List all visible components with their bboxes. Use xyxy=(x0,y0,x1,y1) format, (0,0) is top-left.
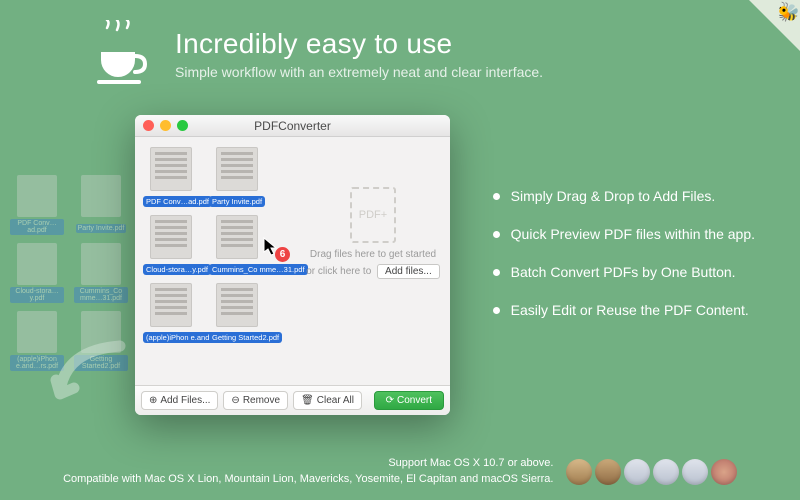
trash-icon: 🗑 xyxy=(301,395,314,406)
titlebar: PDFConverter xyxy=(135,115,450,137)
file-item[interactable]: (apple)iPhon e.and…rs.pdf xyxy=(143,283,199,345)
convert-button[interactable]: ⟳Convert xyxy=(374,391,444,410)
pdf-plus-icon: PDF+ xyxy=(350,187,396,243)
file-item[interactable]: Cloud-stora…y.pdf xyxy=(143,215,199,277)
footer-line-1: Support Mac OS X 10.7 or above. xyxy=(63,456,553,472)
hero-subtitle: Simple workflow with an extremely neat a… xyxy=(175,64,543,80)
feature-item: Easily Edit or Reuse the PDF Content. xyxy=(493,302,755,318)
mavericks-icon xyxy=(624,459,650,485)
app-window: PDFConverter PDF Conv…ad.pdf Party Invit… xyxy=(135,115,450,415)
feature-list: Simply Drag & Drop to Add Files. Quick P… xyxy=(493,188,755,340)
footer-line-2: Compatible with Mac OS X Lion, Mountain … xyxy=(63,472,553,488)
yosemite-icon xyxy=(653,459,679,485)
drag-count-badge: 6 xyxy=(275,247,290,262)
window-title: PDFConverter xyxy=(254,119,331,133)
sierra-icon xyxy=(711,459,737,485)
feature-item: Simply Drag & Drop to Add Files. xyxy=(493,188,755,204)
file-item[interactable]: PDF Conv…ad.pdf xyxy=(143,147,199,209)
file-item[interactable]: Getting Started2.pdf xyxy=(209,283,265,345)
feature-item: Quick Preview PDF files within the app. xyxy=(493,226,755,242)
feature-item: Batch Convert PDFs by One Button. xyxy=(493,264,755,280)
refresh-icon: ⟳ xyxy=(386,395,394,406)
bee-icon: 🐝 xyxy=(774,0,800,27)
remove-button[interactable]: ⊖Remove xyxy=(223,391,288,410)
file-item[interactable]: Party Invite.pdf xyxy=(209,147,265,209)
mountain-lion-icon xyxy=(595,459,621,485)
corner-ribbon: 🐝 xyxy=(747,0,800,53)
add-files-button[interactable]: ⊕Add Files... xyxy=(141,391,218,410)
traffic-lights[interactable] xyxy=(143,120,188,131)
drop-hint-1: Drag files here to get started xyxy=(303,249,443,260)
zoom-icon[interactable] xyxy=(177,120,188,131)
toolbar: ⊕Add Files... ⊖Remove 🗑Clear All ⟳Conver… xyxy=(135,385,450,415)
os-version-icons xyxy=(566,459,737,485)
coffee-cup-icon xyxy=(93,20,153,95)
lion-icon xyxy=(566,459,592,485)
file-item[interactable]: Cummins_Co mme…31.pdf xyxy=(209,215,265,277)
drop-zone[interactable]: PDF+ Drag files here to get started or c… xyxy=(303,187,443,279)
minimize-icon[interactable] xyxy=(160,120,171,131)
hero-text: Incredibly easy to use Simple workflow w… xyxy=(175,28,543,80)
footer: Support Mac OS X 10.7 or above. Compatib… xyxy=(0,456,800,488)
el-capitan-icon xyxy=(682,459,708,485)
drag-arrow-icon xyxy=(50,340,145,415)
content-area[interactable]: PDF Conv…ad.pdf Party Invite.pdf Cloud-s… xyxy=(135,137,450,385)
clear-all-button[interactable]: 🗑Clear All xyxy=(293,391,362,410)
plus-icon: ⊕ xyxy=(149,395,157,406)
hero-title: Incredibly easy to use xyxy=(175,28,543,60)
close-icon[interactable] xyxy=(143,120,154,131)
drop-hint-2: or click here to Add files... xyxy=(303,264,443,279)
add-files-inline-button[interactable]: Add files... xyxy=(377,264,440,279)
minus-icon: ⊖ xyxy=(231,395,239,406)
